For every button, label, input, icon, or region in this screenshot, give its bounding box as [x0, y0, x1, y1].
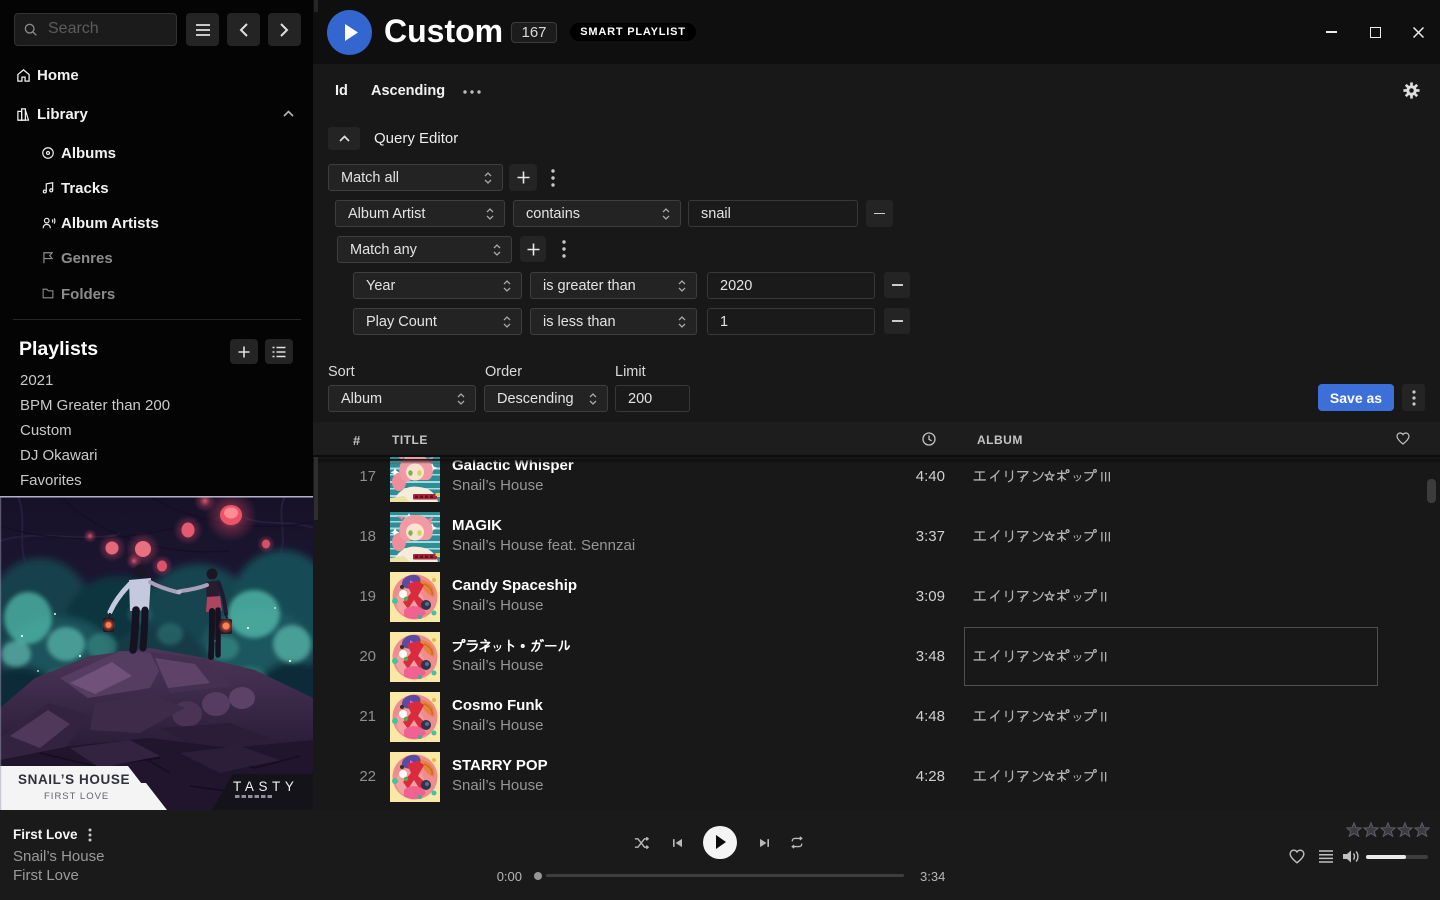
svg-text:II: II — [1100, 589, 1108, 604]
svg-text:II: II — [1100, 709, 1108, 724]
svg-text:III: III — [1100, 529, 1111, 544]
svg-text:SNAIL’S HOUSE: SNAIL’S HOUSE — [18, 772, 130, 787]
svg-text:TASTY: TASTY — [233, 779, 299, 794]
svg-text:FIRST LOVE: FIRST LOVE — [44, 791, 109, 802]
svg-text:II: II — [1100, 769, 1108, 784]
svg-text:III: III — [1100, 469, 1111, 484]
